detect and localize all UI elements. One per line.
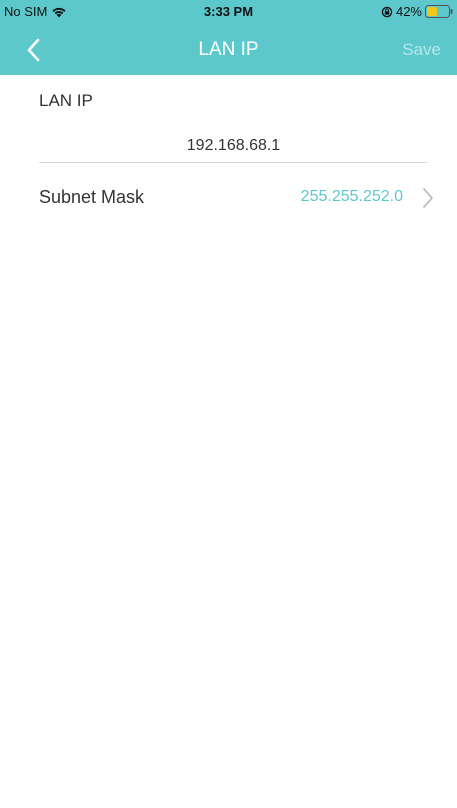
subnet-mask-label: Subnet Mask [39,187,145,207]
subnet-mask-value: 255.255.252.0 [300,188,403,205]
save-button[interactable]: Save [402,40,441,60]
subnet-mask-row[interactable]: Subnet Mask 255.255.252.0 [0,175,457,223]
page-title: LAN IP [198,39,259,60]
lan-ip-input[interactable] [39,130,428,163]
top-bar: No SIM 3:33 PM 42% LAN IP Save [0,0,457,75]
lock-rotation-icon [381,6,393,17]
nav-bar: LAN IP Save [0,24,457,75]
chevron-right-icon [423,188,433,208]
status-right-group: 42% [381,4,453,19]
battery-icon [425,5,453,18]
lan-ip-label: LAN IP [39,91,93,110]
status-bar: No SIM 3:33 PM 42% [0,0,457,24]
battery-percent: 42% [395,4,422,19]
